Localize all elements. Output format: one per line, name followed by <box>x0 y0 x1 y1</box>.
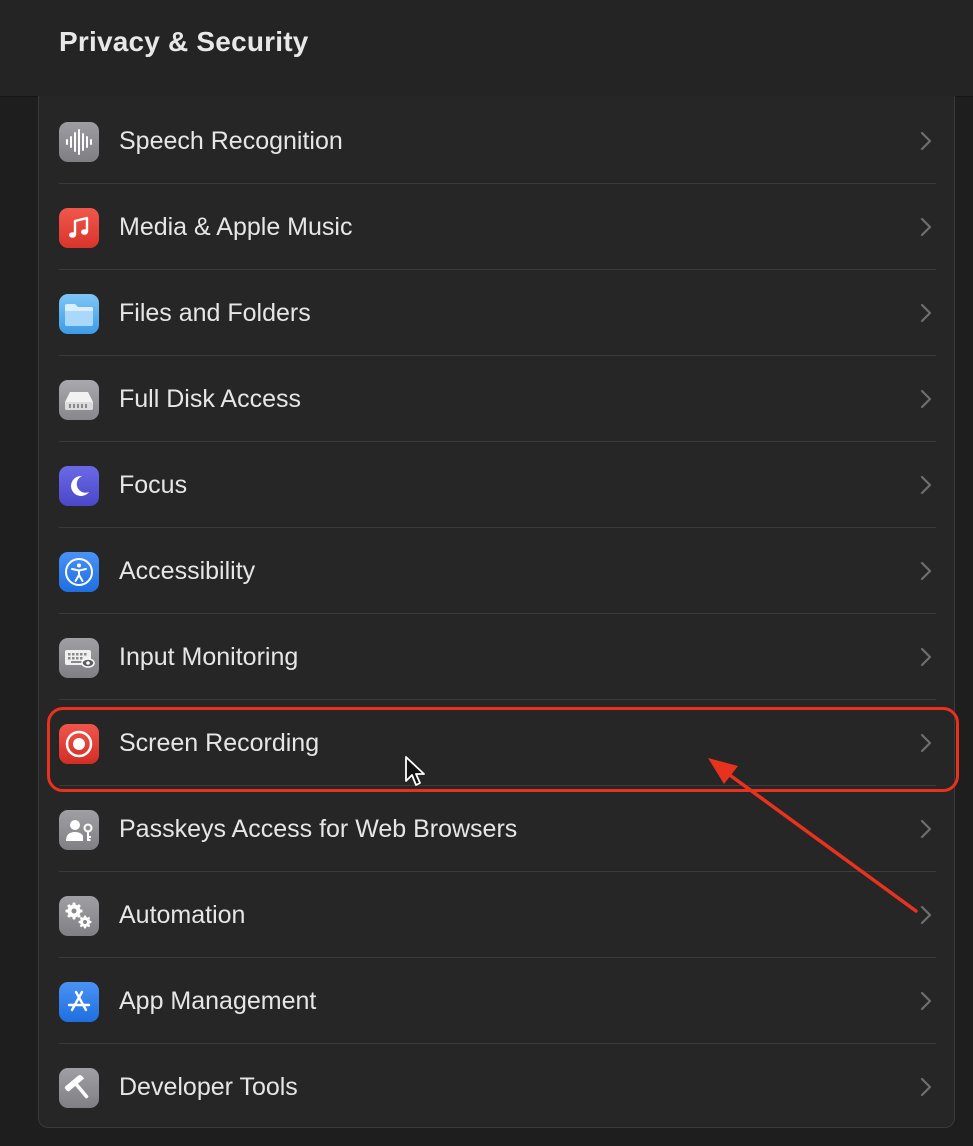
keyboard-eye-icon <box>59 638 99 678</box>
chevron-right-icon <box>920 303 932 323</box>
chevron-right-icon <box>920 131 932 151</box>
chevron-right-icon <box>920 905 932 925</box>
chevron-right-icon <box>920 217 932 237</box>
chevron-right-icon <box>920 1077 932 1097</box>
moon-icon <box>59 466 99 506</box>
music-note-icon <box>59 208 99 248</box>
list-item-label: Automation <box>119 901 246 929</box>
app-store-icon <box>59 982 99 1022</box>
list-item-accessibility[interactable]: Accessibility <box>39 528 954 614</box>
list-item-screen-recording[interactable]: Screen Recording <box>39 700 954 786</box>
hammer-icon <box>59 1068 99 1108</box>
list-item-label: Speech Recognition <box>119 127 343 155</box>
chevron-right-icon <box>920 647 932 667</box>
list-item-label: Media & Apple Music <box>119 213 353 241</box>
chevron-right-icon <box>920 561 932 581</box>
chevron-right-icon <box>920 819 932 839</box>
title-bar: Privacy & Security <box>0 0 973 96</box>
page-title: Privacy & Security <box>59 26 309 57</box>
chevron-right-icon <box>920 475 932 495</box>
list-item-label: Developer Tools <box>119 1073 298 1101</box>
list-item-label: Full Disk Access <box>119 385 301 413</box>
disk-drive-icon <box>59 380 99 420</box>
folder-icon <box>59 294 99 334</box>
list-item-app-management[interactable]: App Management <box>39 958 954 1044</box>
list-item-label: Passkeys Access for Web Browsers <box>119 815 518 843</box>
chevron-right-icon <box>920 991 932 1011</box>
list-item-label: Focus <box>119 471 188 499</box>
list-item-focus[interactable]: Focus <box>39 442 954 528</box>
record-icon <box>59 724 99 764</box>
list-item-developer-tools[interactable]: Developer Tools <box>39 1044 954 1127</box>
chevron-right-icon <box>920 389 932 409</box>
list-item-label: Accessibility <box>119 557 256 585</box>
list-item-speech-recognition[interactable]: Speech Recognition <box>39 98 954 184</box>
list-item-full-disk-access[interactable]: Full Disk Access <box>39 356 954 442</box>
privacy-list: Speech Recognition Media & Apple Music F… <box>38 96 955 1128</box>
waveform-icon <box>59 122 99 162</box>
accessibility-icon <box>59 552 99 592</box>
list-item-files-and-folders[interactable]: Files and Folders <box>39 270 954 356</box>
gears-icon <box>59 896 99 936</box>
list-item-input-monitoring[interactable]: Input Monitoring <box>39 614 954 700</box>
person-key-icon <box>59 810 99 850</box>
list-item-label: Files and Folders <box>119 299 311 327</box>
list-item-label: Screen Recording <box>119 729 320 757</box>
list-item-media-apple-music[interactable]: Media & Apple Music <box>39 184 954 270</box>
mouse-cursor-icon <box>405 756 425 786</box>
list-item-passkeys-access[interactable]: Passkeys Access for Web Browsers <box>39 786 954 872</box>
system-settings-window: Privacy & Security Speech Recognition Me… <box>0 0 973 1146</box>
list-item-automation[interactable]: Automation <box>39 872 954 958</box>
list-item-label: Input Monitoring <box>119 643 299 671</box>
list-item-label: App Management <box>119 987 317 1015</box>
chevron-right-icon <box>920 733 932 753</box>
